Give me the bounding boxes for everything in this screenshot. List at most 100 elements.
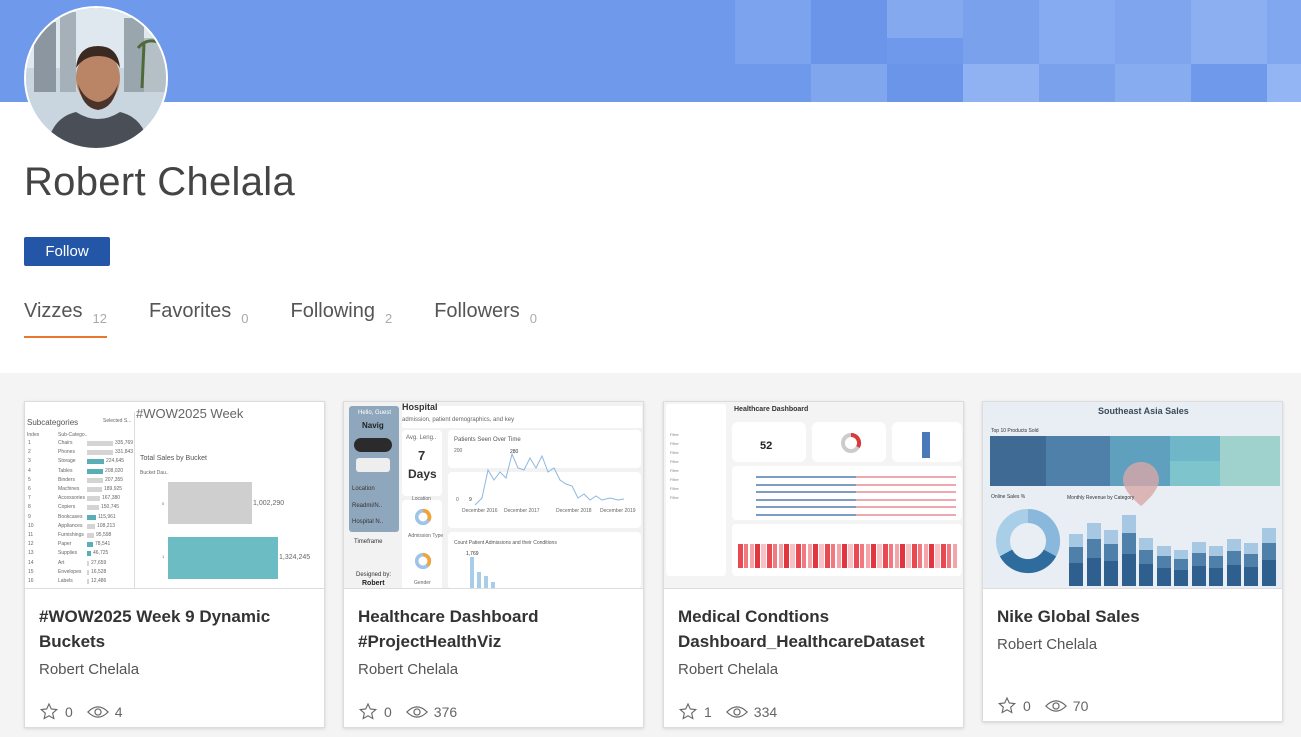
heatmap-cell bbox=[871, 544, 876, 568]
thumb-text: Designed by: bbox=[356, 572, 392, 578]
tab-following[interactable]: Following 2 bbox=[291, 300, 393, 338]
thumb-text: Bucket Dau.. bbox=[140, 470, 169, 476]
viz-thumbnail[interactable]: Hello, Guest Navig Location Readmi/N.. H… bbox=[344, 402, 643, 589]
condition-line bbox=[856, 506, 956, 508]
row-bar bbox=[87, 514, 96, 520]
viz-title[interactable]: Healthcare Dashboard #ProjectHealthViz bbox=[358, 604, 628, 654]
monthly-bar-segment bbox=[1244, 554, 1258, 567]
monthly-bar-segment bbox=[1261, 543, 1276, 560]
star-icon[interactable] bbox=[39, 702, 59, 721]
monthly-bar-segment bbox=[1191, 566, 1206, 586]
viz-title[interactable]: Nike Global Sales bbox=[997, 604, 1267, 629]
row-index: 10 bbox=[28, 522, 34, 529]
monthly-bar-segment bbox=[1209, 568, 1223, 586]
thumb-text: Top 10 Products Sold bbox=[991, 428, 1039, 434]
viz-thumbnail[interactable]: Southeast Asia Sales Top 10 Products Sol… bbox=[983, 402, 1282, 589]
row-value: 108,213 bbox=[97, 522, 116, 529]
eye-icon bbox=[1044, 699, 1067, 712]
row-index: 7 bbox=[28, 495, 31, 502]
heatmap-cell bbox=[801, 544, 807, 568]
row-name: Copiers bbox=[58, 504, 76, 511]
tab-vizzes[interactable]: Vizzes 12 bbox=[24, 300, 108, 338]
monthly-bar-segment bbox=[1156, 568, 1171, 586]
monthly-bar-segment bbox=[1156, 556, 1171, 568]
row-index: 1 bbox=[28, 440, 31, 446]
viz-card[interactable]: Southeast Asia Sales Top 10 Products Sol… bbox=[982, 401, 1283, 722]
viz-title[interactable]: #WOW2025 Week 9 Dynamic Buckets bbox=[39, 604, 309, 654]
row-value: 115,961 bbox=[98, 513, 116, 520]
bucket-bar bbox=[168, 482, 252, 524]
row-bar bbox=[87, 542, 93, 548]
thumb-bar bbox=[477, 572, 481, 588]
thumb-text: Avg. Leng.. bbox=[406, 435, 437, 441]
viz-card[interactable]: Hello, Guest Navig Location Readmi/N.. H… bbox=[343, 401, 644, 728]
follow-button[interactable]: Follow bbox=[24, 237, 110, 266]
viz-author[interactable]: Robert Chelala bbox=[358, 661, 458, 678]
tab-label: Vizzes bbox=[24, 300, 83, 322]
monthly-bar-segment bbox=[1069, 534, 1083, 547]
row-value: 208,020 bbox=[105, 467, 124, 474]
tab-followers[interactable]: Followers 0 bbox=[434, 300, 537, 338]
condition-line bbox=[856, 476, 956, 478]
view-count: 70 bbox=[1072, 697, 1089, 714]
thumb-gantt-card bbox=[732, 466, 962, 520]
viz-card[interactable]: Filter Filter Filter Filter Filter Filter Filt… bbox=[663, 401, 964, 728]
thumb-text: December 2019 bbox=[600, 508, 636, 514]
viz-title[interactable]: Medical Condtions Dashboard_HealthcareDa… bbox=[678, 604, 948, 654]
monthly-bar-segment bbox=[1086, 558, 1101, 586]
monthly-bar-segment bbox=[1261, 560, 1276, 586]
viz-thumbnail[interactable]: Subcategories Selected S... Index Sub-Ca… bbox=[25, 402, 324, 589]
monthly-bar-segment bbox=[1191, 542, 1206, 553]
row-value: 78,541 bbox=[95, 541, 111, 548]
heatmap-cell bbox=[761, 544, 766, 568]
thumb-text: December 2016 bbox=[462, 508, 498, 514]
thumb-bar bbox=[484, 576, 488, 588]
monthly-bar-segment bbox=[1139, 564, 1153, 586]
row-index: 16 bbox=[28, 578, 34, 584]
thumb-text: Selected S... bbox=[103, 418, 132, 424]
row-index: 8 bbox=[28, 504, 31, 511]
heatmap-cell bbox=[790, 544, 795, 568]
viz-author[interactable]: Robert Chelala bbox=[39, 661, 139, 678]
thumb-text: Index bbox=[27, 432, 40, 438]
row-name: Storage bbox=[58, 458, 76, 465]
heatmap-cell bbox=[941, 544, 946, 568]
viz-author[interactable]: Robert Chelala bbox=[997, 636, 1097, 653]
thumb-text: Admission Type bbox=[408, 533, 444, 539]
star-icon[interactable] bbox=[678, 702, 698, 721]
row-value: 150,745 bbox=[101, 504, 120, 511]
viz-author[interactable]: Robert Chelala bbox=[678, 661, 778, 678]
row-name: Supplies bbox=[58, 550, 78, 557]
viz-thumbnail[interactable]: Filter Filter Filter Filter Filter Filter Filt… bbox=[664, 402, 963, 589]
heatmap-cell bbox=[738, 544, 743, 568]
monthly-bar-segment bbox=[1104, 530, 1118, 544]
avatar[interactable] bbox=[24, 6, 168, 150]
star-icon[interactable] bbox=[997, 696, 1017, 715]
heatmap-cell bbox=[865, 544, 871, 568]
row-name: Chairs bbox=[58, 440, 73, 446]
monthly-bar-segment bbox=[1261, 528, 1276, 543]
tab-favorites[interactable]: Favorites 0 bbox=[149, 300, 248, 338]
tab-label: Favorites bbox=[149, 300, 232, 322]
favorite-count: 0 bbox=[65, 703, 73, 720]
condition-line bbox=[756, 483, 856, 486]
thumb-nav-pill bbox=[354, 438, 392, 452]
monthly-bar-segment bbox=[1209, 556, 1223, 568]
viz-card[interactable]: Subcategories Selected S... Index Sub-Ca… bbox=[24, 401, 325, 728]
condition-line bbox=[856, 483, 956, 486]
thumb-tick: 0 bbox=[162, 501, 165, 506]
row-index: 6 bbox=[28, 486, 31, 492]
star-icon[interactable] bbox=[358, 702, 378, 721]
monthly-bar-segment bbox=[1226, 539, 1241, 551]
row-name: Phones bbox=[58, 449, 75, 456]
monthly-bar-segment bbox=[1156, 546, 1171, 556]
tab-label: Following bbox=[290, 300, 375, 322]
row-value: 12,486 bbox=[91, 578, 107, 584]
monthly-bar-segment bbox=[1104, 544, 1118, 561]
tab-count: 0 bbox=[529, 311, 538, 326]
monthly-bar-segment bbox=[1174, 550, 1188, 559]
thumb-text: Robert bbox=[362, 580, 385, 587]
donut-chart bbox=[414, 552, 432, 570]
treemap-cell bbox=[1170, 436, 1220, 461]
row-name: Accessories bbox=[58, 495, 85, 502]
